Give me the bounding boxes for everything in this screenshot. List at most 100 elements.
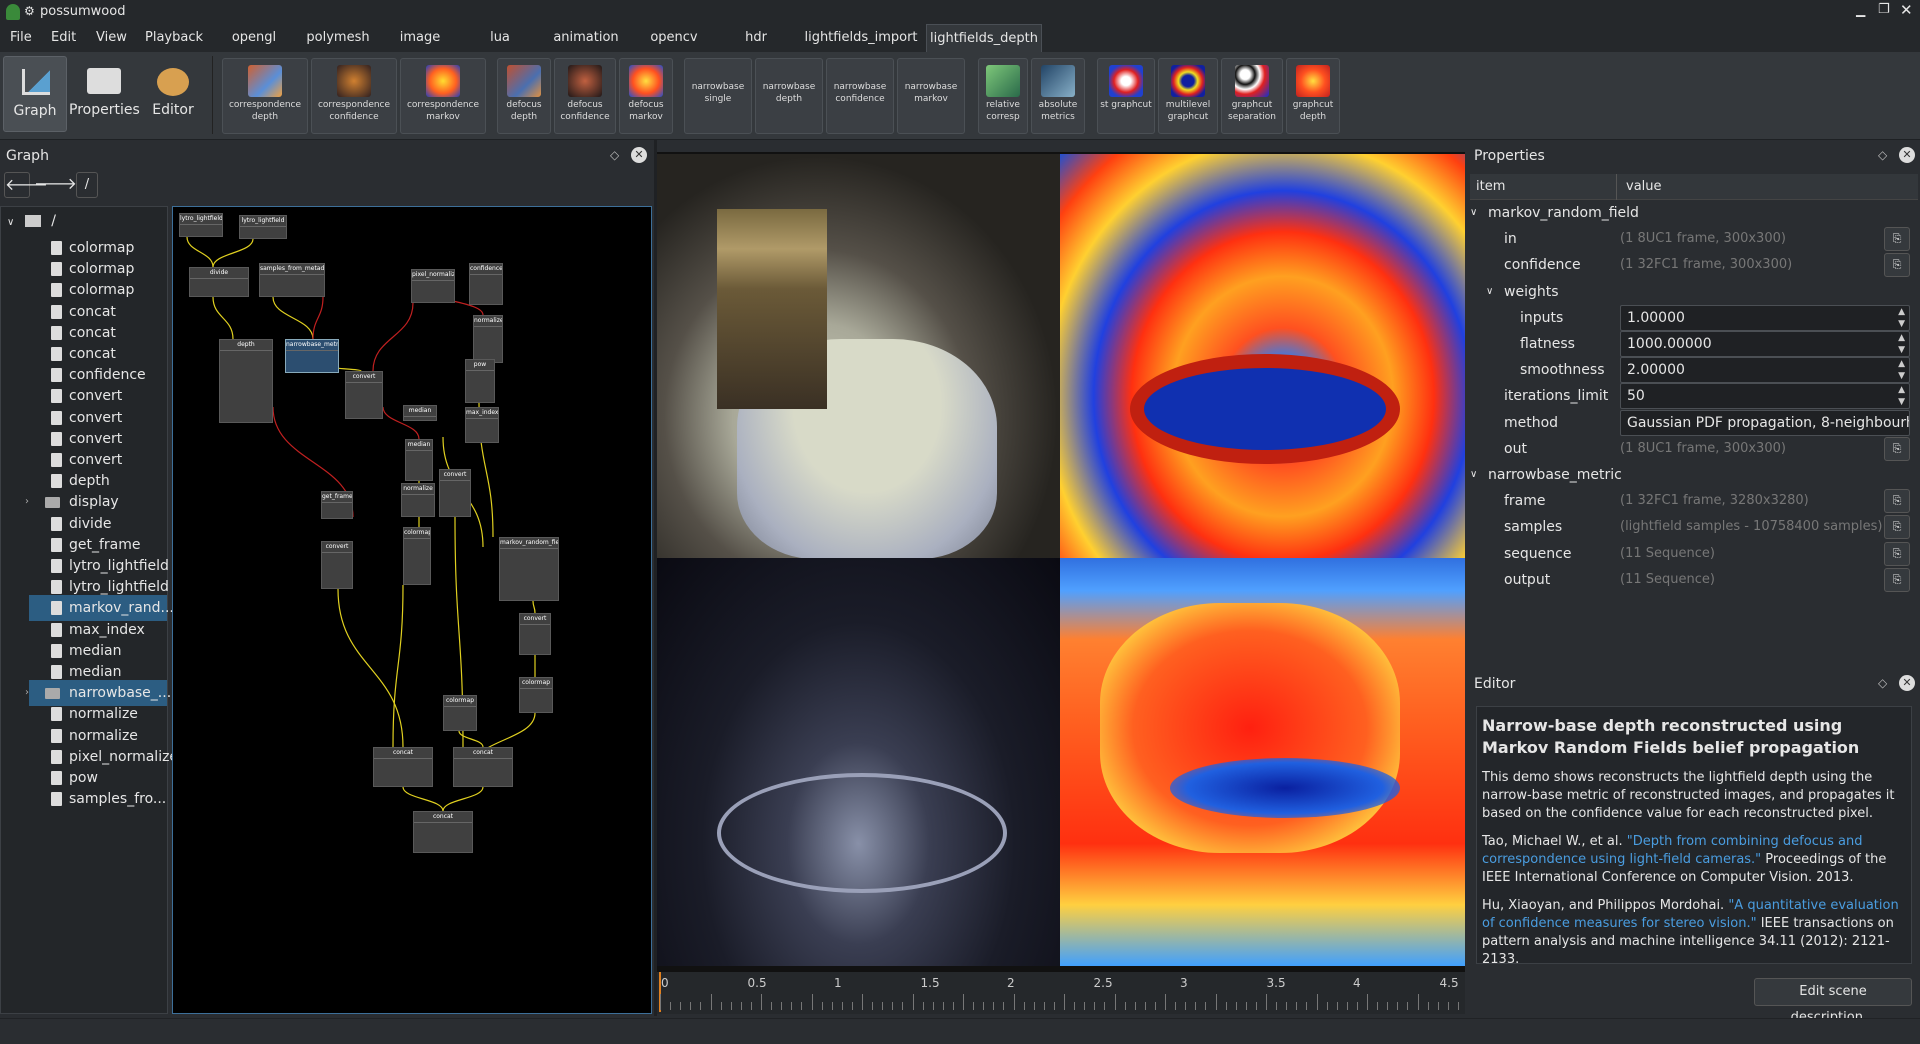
expand-icon[interactable]: ∨ bbox=[1470, 462, 1477, 488]
float-panel-icon[interactable]: ◇ bbox=[610, 148, 619, 162]
tool-defocus-depth[interactable]: defocus depth bbox=[497, 58, 551, 134]
graph-node[interactable]: narrowbase_metric bbox=[285, 339, 339, 373]
menu-file[interactable]: File bbox=[10, 30, 32, 45]
menu-view[interactable]: View bbox=[96, 30, 127, 45]
graph-node[interactable]: colormap bbox=[443, 695, 477, 731]
property-spinbox[interactable]: 2.00000 ▲ ▼ bbox=[1620, 357, 1910, 384]
inspect-button[interactable]: ⎘ bbox=[1884, 489, 1910, 514]
property-row[interactable]: confidence (1 32FC1 frame, 300x300) ⎘ bbox=[1468, 252, 1920, 278]
graph-panel-button[interactable]: Graph bbox=[3, 56, 67, 132]
tool-graphcut-separation[interactable]: graphcut separation bbox=[1221, 58, 1283, 134]
graph-node[interactable]: confidence bbox=[469, 263, 503, 305]
property-row[interactable]: out (1 8UC1 frame, 300x300) ⎘ bbox=[1468, 436, 1920, 462]
close-button[interactable]: ✕ bbox=[1900, 1, 1913, 19]
graph-node[interactable]: lytro_lightfield bbox=[239, 215, 287, 239]
tree-root[interactable]: ∨ / bbox=[7, 209, 56, 233]
maximize-button[interactable]: ❐ bbox=[1878, 2, 1890, 17]
menu-edit[interactable]: Edit bbox=[51, 30, 76, 45]
tool-correspondence-markov[interactable]: correspondence markov bbox=[400, 58, 486, 134]
back-button[interactable]: 🡐 bbox=[4, 172, 48, 198]
graph-tree[interactable]: ∨ / colormap colormap colormap concat concat… bbox=[0, 206, 178, 1014]
tool-narrowbase-single[interactable]: narrowbase single bbox=[684, 58, 752, 134]
property-row[interactable]: ∨ markov_random_field bbox=[1468, 200, 1920, 226]
graph-node[interactable]: colormap bbox=[403, 527, 431, 585]
close-panel-icon[interactable]: ✕ bbox=[631, 147, 647, 163]
tab-lightfields-import[interactable]: lightfields_import bbox=[796, 24, 926, 52]
tab-image[interactable]: image bbox=[380, 24, 460, 52]
tool-relative-corresp[interactable]: relative corresp bbox=[978, 58, 1028, 134]
float-panel-icon[interactable]: ◇ bbox=[1878, 148, 1887, 162]
graph-node[interactable]: pixel_normalize bbox=[411, 269, 455, 303]
edit-scene-description-button[interactable]: Edit scene description... bbox=[1754, 978, 1912, 1025]
graph-node[interactable]: normalize bbox=[401, 483, 435, 517]
tool-multilevel-graphcut[interactable]: multilevel graphcut bbox=[1158, 58, 1218, 134]
graph-node[interactable]: convert bbox=[345, 371, 383, 419]
close-panel-icon[interactable]: ✕ bbox=[1899, 147, 1915, 163]
expand-icon[interactable]: ∨ bbox=[1470, 200, 1477, 226]
tab-opengl[interactable]: opengl bbox=[212, 24, 296, 52]
graph-node[interactable]: concat bbox=[413, 811, 473, 853]
minimize-button[interactable]: ▁ bbox=[1856, 3, 1865, 17]
property-row[interactable]: flatness 1000.00000 ▲ ▼ bbox=[1468, 331, 1920, 357]
tool-correspondence-depth[interactable]: correspondence depth bbox=[222, 58, 308, 134]
property-spinbox[interactable]: 1000.00000 ▲ ▼ bbox=[1620, 331, 1910, 357]
inspect-button[interactable]: ⎘ bbox=[1884, 253, 1910, 278]
tool-narrowbase-depth[interactable]: narrowbase depth bbox=[755, 58, 823, 134]
property-spinbox[interactable]: 1.00000 ▲ ▼ bbox=[1620, 304, 1910, 331]
tab-opencv[interactable]: opencv bbox=[632, 24, 716, 52]
tool-correspondence-confidence[interactable]: correspondence confidence bbox=[311, 58, 397, 134]
spin-arrows-icon[interactable]: ▲ ▼ bbox=[1898, 306, 1905, 330]
graph-node[interactable]: depth bbox=[219, 339, 273, 423]
spin-arrows-icon[interactable]: ▲ ▼ bbox=[1898, 358, 1905, 382]
close-panel-icon[interactable]: ✕ bbox=[1899, 675, 1915, 691]
collapse-icon[interactable]: ∨ bbox=[7, 217, 14, 228]
graph-node[interactable]: pow bbox=[465, 359, 495, 403]
tree-item[interactable]: samples_fro... bbox=[29, 786, 167, 812]
property-spinbox[interactable]: 50 ▲ ▼ bbox=[1620, 383, 1910, 410]
graph-node[interactable]: concat bbox=[453, 747, 513, 787]
expand-icon[interactable]: ∨ bbox=[1486, 279, 1493, 305]
graph-node[interactable]: markov_random_field bbox=[499, 537, 559, 601]
graph-node[interactable]: lytro_lightfield bbox=[179, 213, 223, 237]
image-viewer[interactable] bbox=[657, 152, 1465, 972]
tool-narrowbase-markov[interactable]: narrowbase markov bbox=[897, 58, 965, 134]
inspect-button[interactable]: ⎘ bbox=[1884, 541, 1910, 566]
graph-node[interactable]: convert bbox=[519, 613, 551, 655]
property-row[interactable]: inputs 1.00000 ▲ ▼ bbox=[1468, 304, 1920, 331]
tool-defocus-confidence[interactable]: defocus confidence bbox=[554, 58, 616, 134]
tool-narrowbase-confidence[interactable]: narrowbase confidence bbox=[826, 58, 894, 134]
tool-st-graphcut[interactable]: st graphcut bbox=[1097, 58, 1155, 134]
tool-defocus-markov[interactable]: defocus markov bbox=[619, 58, 673, 134]
tab-hdr[interactable]: hdr bbox=[716, 24, 796, 52]
graph-node[interactable]: get_frame bbox=[321, 491, 353, 519]
property-row[interactable]: output (11 Sequence) ⎘ bbox=[1468, 567, 1920, 593]
graph-node[interactable]: divide bbox=[189, 267, 249, 297]
tab-lightfields-depth[interactable]: lightfields_depth bbox=[926, 24, 1042, 52]
tab-lua[interactable]: lua bbox=[460, 24, 540, 52]
graph-node[interactable]: concat bbox=[373, 747, 433, 787]
spin-arrows-icon[interactable]: ▲ ▼ bbox=[1898, 332, 1905, 356]
property-row[interactable]: smoothness 2.00000 ▲ ▼ bbox=[1468, 357, 1920, 384]
property-row[interactable]: sequence (11 Sequence) ⎘ bbox=[1468, 541, 1920, 567]
graph-canvas[interactable]: lytro_lightfield lytro_lightfield divide sa… bbox=[172, 206, 652, 1014]
tool-absolute-metrics[interactable]: absolute metrics bbox=[1031, 58, 1085, 134]
property-row[interactable]: frame (1 32FC1 frame, 3280x3280) ⎘ bbox=[1468, 488, 1920, 514]
graph-node[interactable]: normalize bbox=[473, 315, 503, 363]
inspect-button[interactable]: ⎘ bbox=[1884, 567, 1910, 592]
float-panel-icon[interactable]: ◇ bbox=[1878, 676, 1887, 690]
timeline[interactable]: 0 0.5 1 1.5 2 2.5 3 3.5 4 4.5 bbox=[657, 972, 1465, 1014]
tab-animation[interactable]: animation bbox=[540, 24, 632, 52]
graph-node[interactable]: median bbox=[403, 405, 437, 421]
tab-polymesh[interactable]: polymesh bbox=[296, 24, 380, 52]
menu-playback[interactable]: Playback bbox=[145, 30, 203, 45]
path-breadcrumb[interactable]: / bbox=[76, 172, 98, 198]
inspect-button[interactable]: ⎘ bbox=[1884, 227, 1910, 252]
property-row[interactable]: ∨ narrowbase_metric bbox=[1468, 462, 1920, 488]
properties-panel-button[interactable]: Properties bbox=[69, 56, 140, 132]
property-row[interactable]: ∨ weights bbox=[1468, 279, 1920, 305]
spin-arrows-icon[interactable]: ▲ ▼ bbox=[1898, 384, 1905, 408]
property-row[interactable]: method Gaussian PDF propagation, 8-neighb… bbox=[1468, 409, 1920, 436]
graph-node[interactable]: convert bbox=[439, 469, 471, 517]
property-row[interactable]: samples (lightfield samples - 10758400 sa… bbox=[1468, 514, 1920, 540]
inspect-button[interactable]: ⎘ bbox=[1884, 515, 1910, 540]
